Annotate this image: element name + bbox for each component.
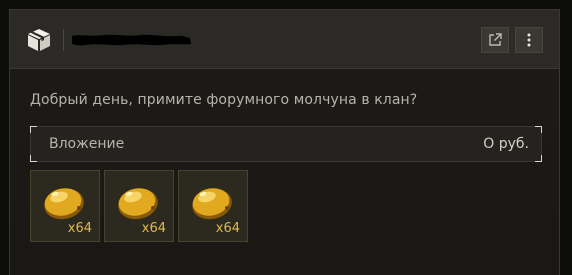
lemon-icon: [118, 188, 158, 220]
attachment-label: Вложение: [49, 136, 125, 152]
lemon-icon: [44, 188, 84, 220]
attachment-row: Вложение О руб.: [30, 126, 542, 162]
frame-corner: [535, 126, 542, 133]
item-slot[interactable]: x64: [30, 170, 100, 242]
redacted-sender-name: [72, 34, 191, 46]
item-quantity: x64: [215, 221, 240, 236]
message-panel: Добрый день, примите форумного молчуна в…: [9, 9, 560, 275]
open-external-button[interactable]: [481, 27, 509, 53]
package-icon: [28, 29, 50, 51]
message-header: [10, 10, 559, 69]
frame-corner: [30, 126, 37, 133]
attachment-value: О руб.: [483, 136, 529, 152]
external-link-icon: [489, 33, 502, 46]
item-slot[interactable]: x64: [104, 170, 174, 242]
frame-corner: [30, 155, 37, 162]
header-divider: [63, 29, 64, 51]
item-quantity: x64: [67, 221, 92, 236]
item-slot[interactable]: x64: [178, 170, 248, 242]
item-quantity: x64: [141, 221, 166, 236]
frame-corner: [535, 155, 542, 162]
more-options-button[interactable]: [515, 27, 543, 53]
more-vertical-icon: [527, 33, 531, 47]
lemon-icon: [192, 188, 232, 220]
message-text: Добрый день, примите форумного молчуна в…: [30, 92, 418, 108]
